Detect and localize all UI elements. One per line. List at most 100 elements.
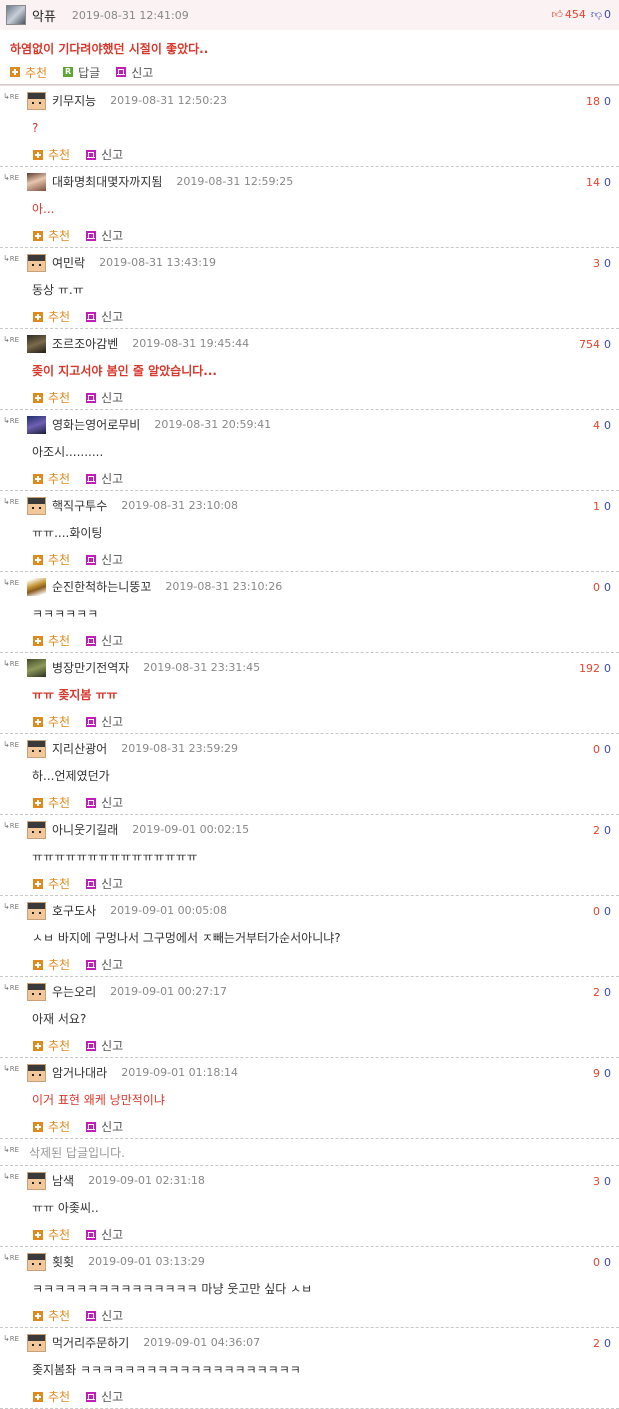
avatar[interactable] xyxy=(27,334,46,353)
recommend-label: 추천 xyxy=(48,1228,71,1242)
report-button[interactable]: 신고 xyxy=(86,956,123,973)
recommend-button[interactable]: 추천 xyxy=(10,64,47,81)
avatar[interactable] xyxy=(27,1333,46,1352)
recommend-button[interactable]: 추천 xyxy=(33,1307,70,1324)
report-button[interactable]: 신고 xyxy=(86,389,123,406)
reply-arrow-icon: ↳RE xyxy=(3,92,19,102)
reply-header: ↳RE 남색 2019-09-01 02:31:18 3 0 xyxy=(0,1166,619,1195)
reply-label: 답글 xyxy=(78,65,101,80)
author-nickname[interactable]: 키무지능 xyxy=(52,92,96,109)
reply-actions: 추천 신고 xyxy=(0,629,619,652)
plus-icon xyxy=(33,230,43,241)
reply-arrow-icon: ↳RE xyxy=(3,1145,19,1155)
recommend-button[interactable]: 추천 xyxy=(33,1226,70,1243)
recommend-button[interactable]: 추천 xyxy=(33,389,70,406)
avatar[interactable] xyxy=(6,5,26,25)
reply-item: ↳RE 조르조아감벤 2019-08-31 19:45:44 754 0 좆이 지고서야 … xyxy=(0,329,619,410)
reply-item: ↳RE 여민락 2019-08-31 13:43:19 3 0 동상 ㅠ.ㅠ 추천 신고 xyxy=(0,248,619,329)
report-button[interactable]: 신고 xyxy=(86,1037,123,1054)
reply-datetime: 2019-09-01 00:27:17 xyxy=(110,985,227,998)
recommend-label: 추천 xyxy=(48,1120,71,1134)
avatar[interactable] xyxy=(27,1063,46,1082)
recommend-button[interactable]: 추천 xyxy=(33,227,70,244)
author-nickname[interactable]: 아니웃기길래 xyxy=(52,821,118,838)
author-nickname[interactable]: 지리산광어 xyxy=(52,740,107,757)
report-button[interactable]: 신고 xyxy=(86,713,123,730)
reply-item: ↳RE 순진한척하는니뚱꼬 2019-08-31 23:10:26 0 0 ㅋㅋㅋㅋㅋㅋ 추… xyxy=(0,572,619,653)
report-icon xyxy=(86,473,97,484)
report-button[interactable]: 신고 xyxy=(86,470,123,487)
report-label: 신고 xyxy=(101,148,124,162)
reply-arrow-icon: ↳RE xyxy=(3,983,19,993)
recommend-button[interactable]: 추천 xyxy=(33,146,70,163)
recommend-button[interactable]: 추천 xyxy=(33,470,70,487)
thumbs-up-icon[interactable]: 👍︎ xyxy=(551,8,563,21)
author-nickname[interactable]: 대화명최대몇자까지됨 xyxy=(52,173,162,190)
author-nickname[interactable]: 악퓨 xyxy=(32,6,56,25)
avatar[interactable] xyxy=(27,820,46,839)
avatar[interactable] xyxy=(27,577,46,596)
report-button[interactable]: 신고 xyxy=(86,227,123,244)
avatar[interactable] xyxy=(27,1252,46,1271)
avatar[interactable] xyxy=(27,901,46,920)
avatar[interactable] xyxy=(27,982,46,1001)
author-nickname[interactable]: 핵직구투수 xyxy=(52,497,107,514)
comment-actions: 추천 R 답글 신고 xyxy=(0,60,619,85)
reply-actions: 추천 신고 xyxy=(0,305,619,328)
report-button[interactable]: 신고 xyxy=(86,1118,123,1135)
avatar[interactable] xyxy=(27,1171,46,1190)
recommend-button[interactable]: 추천 xyxy=(33,1118,70,1135)
recommend-button[interactable]: 추천 xyxy=(33,1037,70,1054)
author-nickname[interactable]: 순진한척하는니뚱꼬 xyxy=(52,578,151,595)
author-nickname[interactable]: 조르조아감벤 xyxy=(52,335,118,352)
recommend-button[interactable]: 추천 xyxy=(33,1388,70,1405)
report-button[interactable]: 신고 xyxy=(116,64,153,81)
report-button[interactable]: 신고 xyxy=(86,1307,123,1324)
recommend-button[interactable]: 추천 xyxy=(33,875,70,892)
reply-item: ↳RE 아니웃기길래 2019-09-01 00:02:15 2 0 ㅠㅠㅠㅠㅠㅠㅠㅠㅠㅠ… xyxy=(0,815,619,896)
author-nickname[interactable]: 우는오리 xyxy=(52,983,96,1000)
report-button[interactable]: 신고 xyxy=(86,146,123,163)
avatar[interactable] xyxy=(27,253,46,272)
recommend-button[interactable]: 추천 xyxy=(33,308,70,325)
avatar[interactable] xyxy=(27,415,46,434)
report-button[interactable]: 신고 xyxy=(86,1388,123,1405)
report-button[interactable]: 신고 xyxy=(86,308,123,325)
author-nickname[interactable]: 여민락 xyxy=(52,254,85,271)
author-nickname[interactable]: 호구도사 xyxy=(52,902,96,919)
recommend-button[interactable]: 추천 xyxy=(33,956,70,973)
recommend-button[interactable]: 추천 xyxy=(33,551,70,568)
reply-arrow-icon: ↳RE xyxy=(3,497,19,507)
avatar[interactable] xyxy=(27,658,46,677)
author-nickname[interactable]: 횟횟 xyxy=(52,1253,74,1270)
report-button[interactable]: 신고 xyxy=(86,1226,123,1243)
avatar[interactable] xyxy=(27,91,46,110)
author-nickname[interactable]: 먹거리주문하기 xyxy=(52,1334,129,1351)
reply-arrow-icon: ↳RE xyxy=(3,335,19,345)
upvote-count: 2 xyxy=(593,1337,600,1350)
recommend-button[interactable]: 추천 xyxy=(33,794,70,811)
reply-button[interactable]: R 답글 xyxy=(63,64,100,81)
deleted-reply-text: 삭제된 답글입니다. xyxy=(29,1145,125,1160)
reply-datetime: 2019-09-01 00:05:08 xyxy=(110,904,227,917)
avatar[interactable] xyxy=(27,496,46,515)
avatar[interactable] xyxy=(27,739,46,758)
recommend-button[interactable]: 추천 xyxy=(33,713,70,730)
report-button[interactable]: 신고 xyxy=(86,794,123,811)
downvote-count: 0 xyxy=(604,1067,611,1080)
thumbs-down-icon[interactable]: 👎︎ xyxy=(591,8,602,21)
report-button[interactable]: 신고 xyxy=(86,875,123,892)
author-nickname[interactable]: 남색 xyxy=(52,1172,74,1189)
report-button[interactable]: 신고 xyxy=(86,632,123,649)
report-label: 신고 xyxy=(101,634,124,648)
recommend-button[interactable]: 추천 xyxy=(33,632,70,649)
report-icon xyxy=(86,635,97,646)
avatar[interactable] xyxy=(27,172,46,191)
author-nickname[interactable]: 암거나대라 xyxy=(52,1064,107,1081)
vote-counts: 18 0 xyxy=(586,95,611,108)
author-nickname[interactable]: 병장만기전역자 xyxy=(52,659,129,676)
report-button[interactable]: 신고 xyxy=(86,551,123,568)
reply-datetime: 2019-09-01 01:18:14 xyxy=(121,1066,239,1079)
upvote-count: 0 xyxy=(593,905,600,918)
author-nickname[interactable]: 영화는영어로무비 xyxy=(52,416,140,433)
